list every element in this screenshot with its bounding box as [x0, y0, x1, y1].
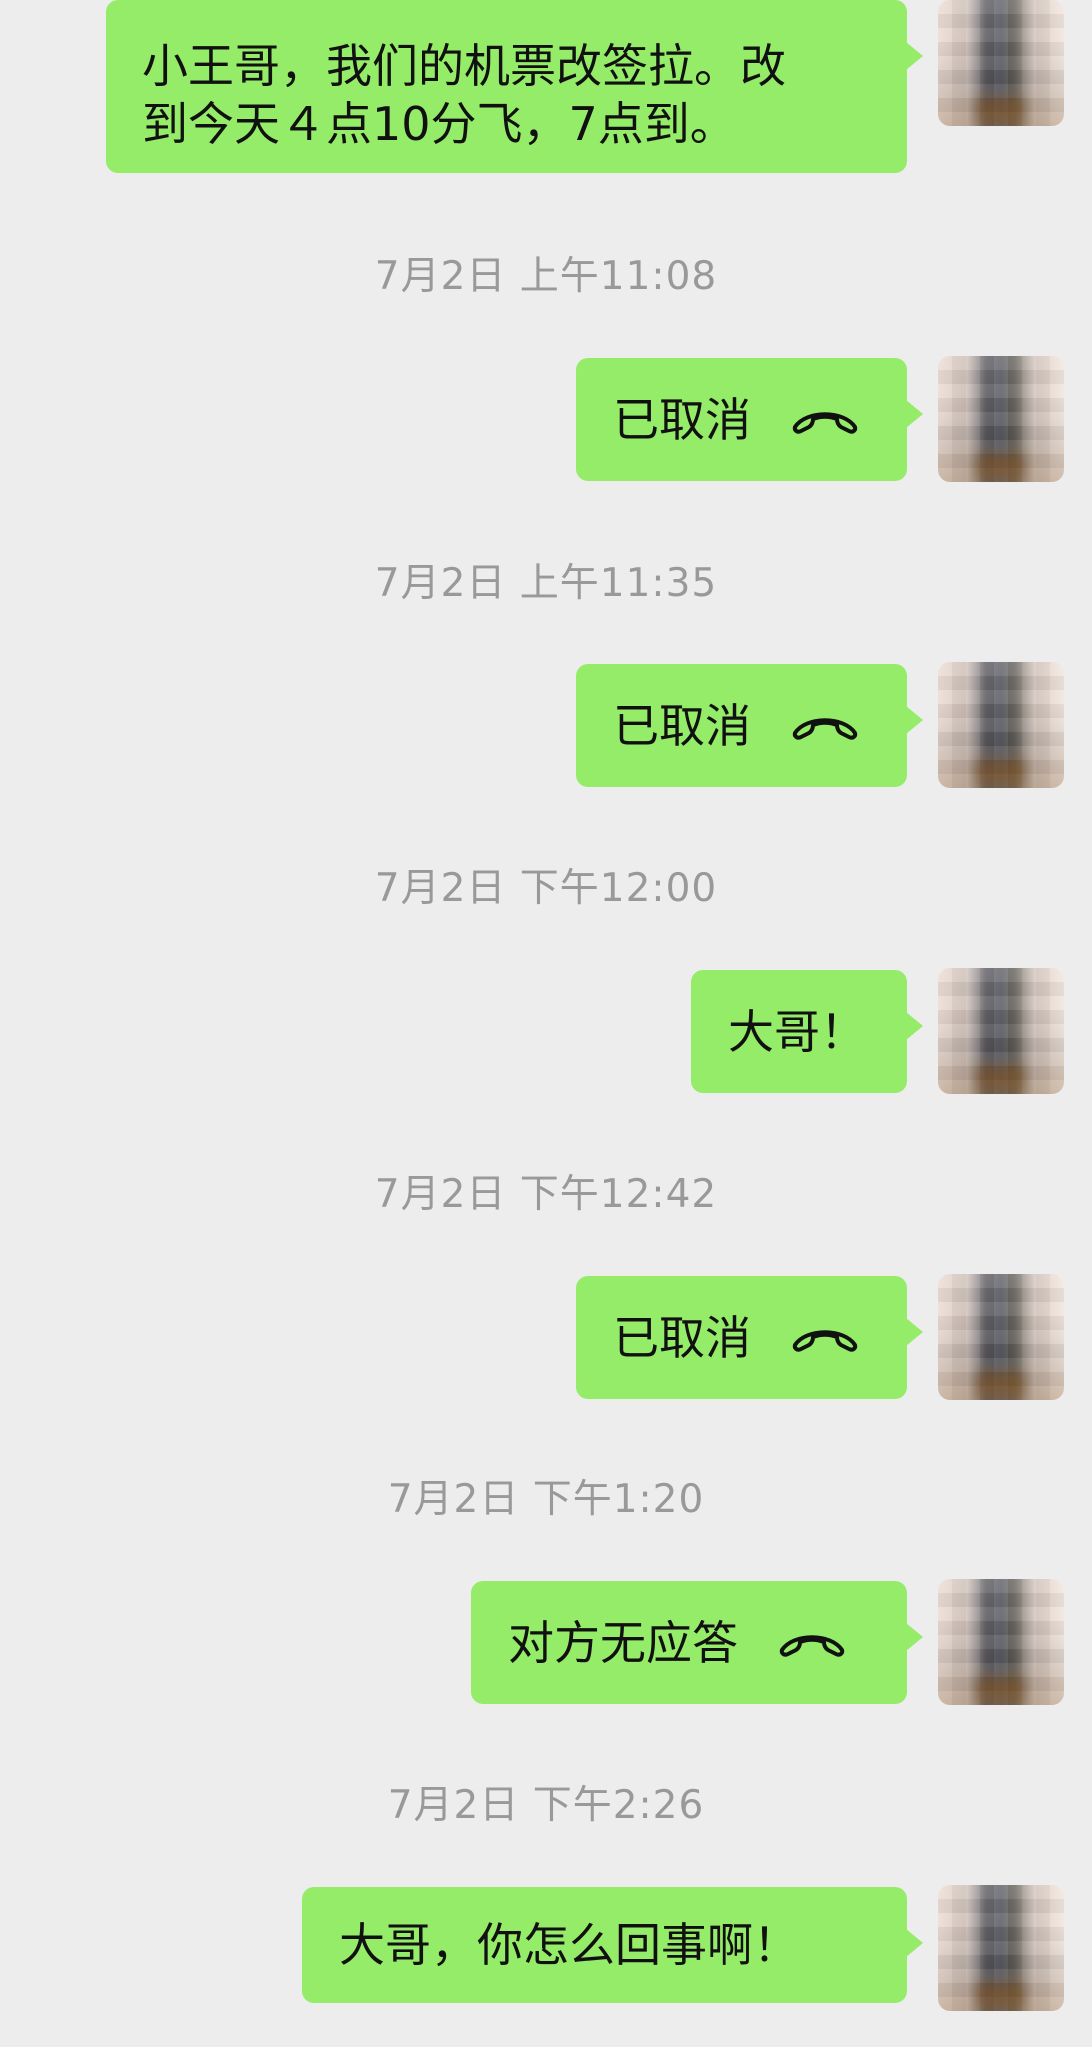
message-bubble[interactable]: 大哥！: [691, 970, 923, 1093]
message-text: 大哥！: [728, 1004, 866, 1059]
call-status-text: 已取消: [613, 1310, 751, 1365]
message-bubble[interactable]: 小王哥，我们的机票改签拉。改 到今天４点10分飞，7点到。: [106, 0, 923, 173]
message-text: 小王哥，我们的机票改签拉。改 到今天４点10分飞，7点到。: [142, 38, 786, 151]
avatar[interactable]: [938, 1579, 1064, 1705]
avatar[interactable]: [938, 1885, 1064, 2011]
phone-hangup-icon: [792, 1329, 858, 1352]
call-bubble[interactable]: 已取消: [576, 664, 923, 787]
avatar[interactable]: [938, 662, 1064, 788]
message-row: 大哥！: [0, 968, 1092, 1130]
avatar[interactable]: [938, 968, 1064, 1094]
avatar[interactable]: [938, 1274, 1064, 1400]
timestamp: 7月2日 下午2:26: [387, 1783, 705, 1828]
message-row: 小王哥，我们的机票改签拉。改 到今天４点10分飞，7点到。: [0, 0, 1092, 173]
timestamp: 7月2日 上午11:08: [374, 254, 718, 299]
timestamp: 7月2日 下午12:42: [374, 1172, 718, 1217]
avatar[interactable]: [938, 356, 1064, 482]
call-status-text: 已取消: [613, 392, 751, 447]
timestamp: 7月2日 上午11:35: [374, 561, 718, 606]
message-text: 大哥，你怎么回事啊！: [339, 1918, 799, 1972]
call-bubble[interactable]: 已取消: [576, 1276, 923, 1399]
message-row: 对方无应答: [0, 1579, 1092, 1741]
timestamp: 7月2日 下午12:00: [374, 866, 718, 911]
message-row: 已取消: [0, 662, 1092, 824]
message-row: 大哥，你怎么回事啊！: [0, 1885, 1092, 2047]
call-status-text: 对方无应答: [508, 1615, 738, 1670]
call-status-text: 已取消: [613, 698, 751, 753]
phone-hangup-icon: [792, 717, 858, 740]
message-row: 已取消: [0, 1274, 1092, 1436]
call-bubble[interactable]: 对方无应答: [471, 1581, 923, 1704]
avatar[interactable]: [938, 0, 1064, 126]
phone-hangup-icon: [779, 1634, 845, 1657]
message-bubble[interactable]: 大哥，你怎么回事啊！: [302, 1887, 923, 2003]
message-row: 已取消: [0, 356, 1092, 518]
chat-window[interactable]: 小王哥，我们的机票改签拉。改 到今天４点10分飞，7点到。 7月2日 上午11:…: [0, 0, 1092, 2011]
call-bubble[interactable]: 已取消: [576, 358, 923, 481]
timestamp: 7月2日 下午1:20: [387, 1477, 705, 1522]
phone-hangup-icon: [792, 411, 858, 434]
